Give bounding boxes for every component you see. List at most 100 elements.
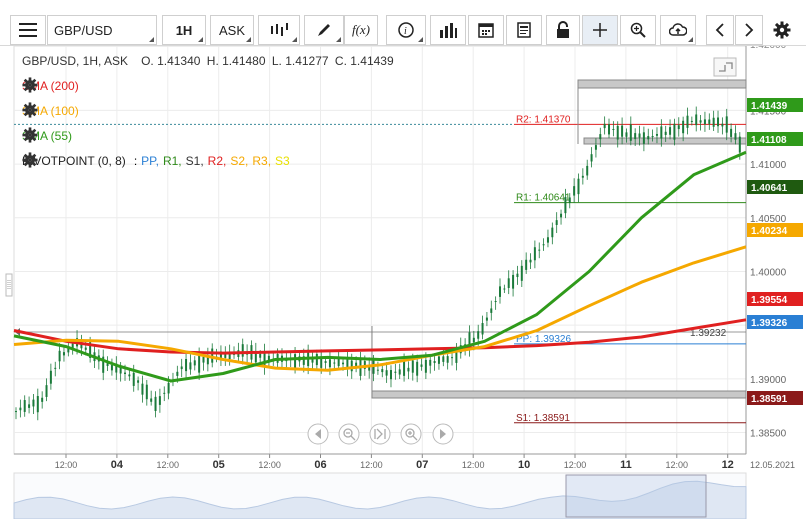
candle-body: [664, 131, 667, 135]
candle-body: [647, 136, 650, 140]
candle-body: [690, 120, 693, 122]
candle-body: [546, 237, 549, 243]
left-resize-handle[interactable]: [5, 273, 13, 297]
close-icon[interactable]: [22, 77, 38, 93]
close-icon[interactable]: [22, 127, 38, 143]
open-value: O. 1.41340: [141, 54, 201, 68]
time-label: 11: [620, 459, 632, 471]
lock-button[interactable]: [546, 15, 580, 45]
pivot-s3: S3: [275, 154, 290, 168]
cursor-value: 1.39232: [690, 328, 727, 339]
symbol-label: GBP/USD: [54, 22, 113, 38]
candle-body: [389, 370, 392, 380]
dropdown-corner-icon: [198, 37, 203, 42]
settings-button[interactable]: [767, 15, 797, 45]
chevron-left-icon: [715, 23, 724, 37]
price-tick-label: 1.40000: [750, 267, 787, 278]
fx-icon: f(x): [351, 22, 371, 37]
price-badge-value: 1.39326: [751, 318, 788, 329]
candle-body: [198, 355, 201, 373]
close-icon[interactable]: [22, 102, 38, 118]
info-icon: i: [398, 22, 414, 38]
timeframe-selector[interactable]: 1H: [162, 15, 206, 45]
info-button[interactable]: i: [386, 15, 426, 45]
candle-body: [433, 361, 436, 364]
pivot-level-label: R2: 1.41370: [516, 114, 571, 125]
crosshair-icon: [593, 23, 607, 37]
pivot-separator: :: [133, 154, 138, 168]
candle-body: [708, 119, 711, 124]
menu-button[interactable]: [10, 15, 46, 45]
candle-body: [124, 372, 127, 375]
candle-body: [717, 117, 720, 127]
calendar-button[interactable]: [468, 15, 504, 45]
volume-button[interactable]: [430, 15, 466, 45]
candle-body: [738, 136, 741, 153]
close-value: C. 1.41439: [334, 54, 394, 68]
candle-body: [507, 278, 510, 288]
pivot-level-label: R1: 1.40641: [516, 193, 571, 204]
nav-zoom-in-icon[interactable]: [400, 423, 422, 445]
chart-type-button[interactable]: [258, 15, 300, 45]
candle-body: [669, 127, 672, 135]
scroll-left-button[interactable]: [706, 15, 734, 45]
price-type-selector[interactable]: ASK: [210, 15, 254, 45]
candle-body: [158, 396, 161, 405]
time-label: 12:00: [258, 460, 281, 470]
price-type-label: ASK: [218, 22, 245, 38]
candle-body: [642, 132, 645, 144]
scroll-right-button[interactable]: [735, 15, 763, 45]
dropdown-corner-icon: [336, 37, 341, 42]
crosshair-button[interactable]: [582, 15, 618, 45]
range-box-bottom: [583, 137, 747, 145]
candle-body: [350, 360, 353, 372]
indicators-button[interactable]: f(x): [344, 15, 378, 45]
candle-body: [516, 273, 519, 278]
toolbar: GBP/USD 1H ASK f(x) i: [0, 0, 806, 46]
navigator-window[interactable]: [565, 474, 707, 518]
pivot-s1: S1,: [185, 154, 204, 168]
price-tick-label: 1.39000: [750, 375, 787, 386]
chart-area[interactable]: 12:00 04 12:00 05 12:00 06 12:00 07 12:00 10 12:00…: [0, 46, 806, 519]
candle-body: [36, 396, 39, 413]
candle-body: [560, 213, 563, 218]
candle-body: [263, 351, 266, 367]
candle-body: [594, 145, 597, 150]
candle-body: [437, 356, 440, 364]
date-stamp: 12.05.2021: [750, 460, 795, 470]
close-icon[interactable]: [22, 152, 38, 168]
zoom-button[interactable]: [620, 15, 656, 45]
candle-body: [119, 367, 122, 374]
candle-body: [673, 123, 676, 140]
indicator-sma55: SMA (55): [22, 127, 80, 145]
candle-body: [551, 227, 554, 238]
candle-body: [555, 220, 558, 225]
price-chart[interactable]: 12:00 04 12:00 05 12:00 06 12:00 07 12:00 10 12:00…: [0, 46, 806, 519]
candle-body: [603, 123, 606, 129]
candle-body: [141, 383, 144, 395]
candle-body: [176, 371, 179, 376]
candle-body: [407, 367, 410, 372]
candle-body: [472, 337, 475, 343]
price-badge-value: 1.41108: [751, 135, 787, 146]
candle-body: [84, 347, 87, 350]
news-button[interactable]: [506, 15, 542, 45]
nav-zoom-out-icon[interactable]: [338, 423, 360, 445]
candle-body: [54, 367, 57, 369]
cloud-upload-button[interactable]: [660, 15, 696, 45]
candle-body: [416, 361, 419, 376]
candle-body: [202, 356, 205, 363]
candle-body: [525, 259, 528, 270]
candle-body: [241, 344, 244, 357]
candle-body: [699, 120, 702, 123]
price-badge-value: 1.41439: [751, 101, 788, 112]
symbol-selector[interactable]: GBP/USD: [47, 15, 157, 45]
candle-body: [23, 400, 26, 412]
candle-body: [49, 370, 52, 384]
candle-body: [573, 186, 576, 196]
nav-fit-icon[interactable]: [369, 423, 391, 445]
candle-body: [730, 128, 733, 137]
candle-body: [128, 374, 131, 377]
indicator-sma100: SMA (100): [22, 102, 87, 120]
draw-tool-button[interactable]: [304, 15, 344, 45]
